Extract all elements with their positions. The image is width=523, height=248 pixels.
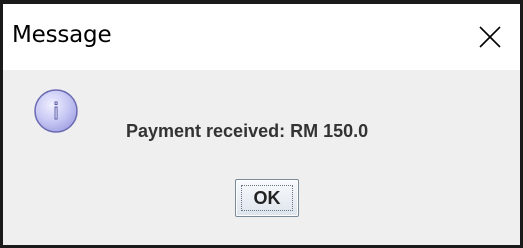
- close-button[interactable]: [460, 4, 520, 70]
- window-title: Message: [12, 22, 112, 48]
- ok-button[interactable]: OK: [235, 179, 299, 217]
- information-glyph: i: [53, 100, 59, 125]
- information-icon: i: [34, 89, 78, 133]
- title-bar: Message: [3, 4, 520, 70]
- message-dialog: Message i Payment received: RM 150.0 OK: [0, 0, 523, 248]
- dialog-message: Payment received: RM 150.0: [126, 121, 369, 141]
- ok-button-label: OK: [253, 187, 281, 208]
- close-icon: [479, 26, 501, 48]
- focus-ring: OK: [241, 185, 293, 211]
- dialog-content: i Payment received: RM 150.0 OK: [3, 70, 520, 245]
